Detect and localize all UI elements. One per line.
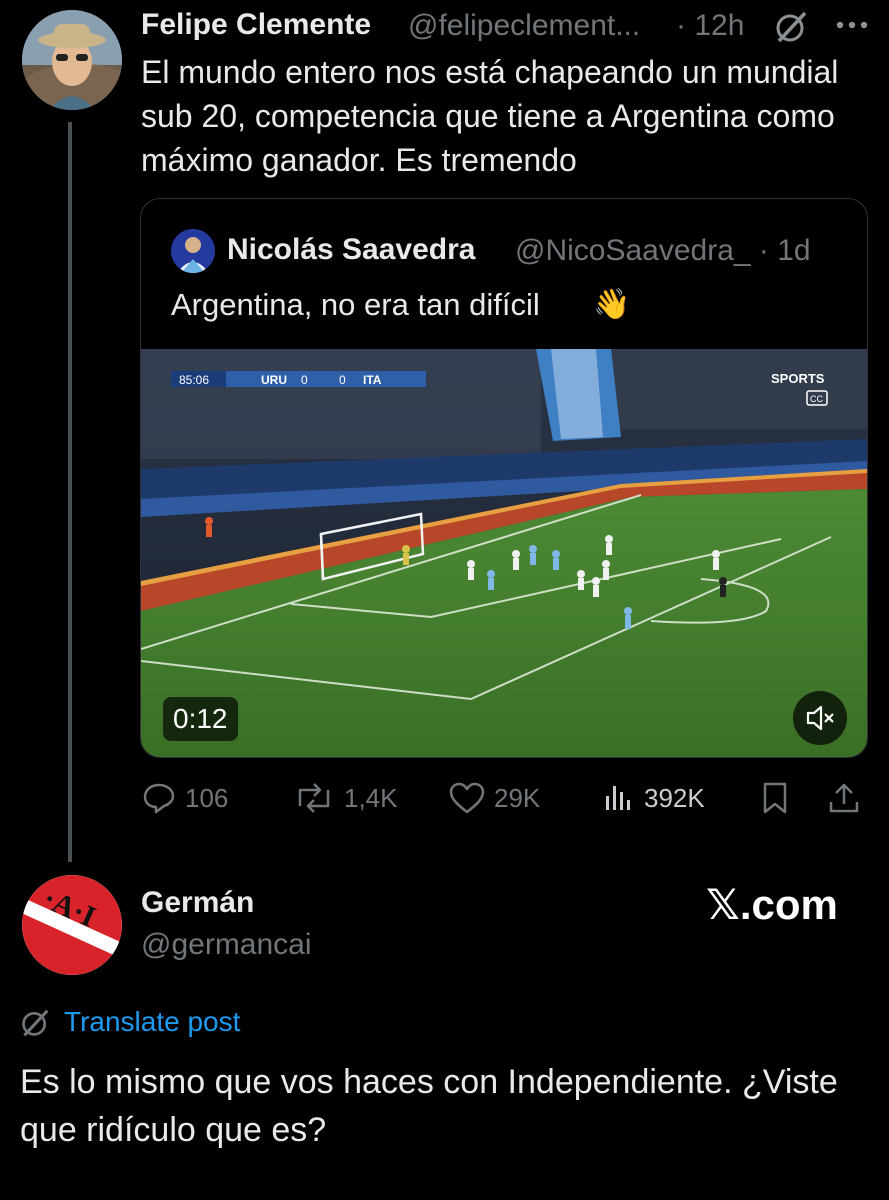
- repost-button[interactable]: 1,4K: [292, 776, 398, 820]
- video-duration: 0:12: [163, 697, 238, 741]
- mute-button[interactable]: [793, 691, 847, 745]
- views-button[interactable]: 392K: [602, 776, 705, 820]
- speaker-muted-icon: [806, 705, 834, 731]
- reply-button[interactable]: 106: [141, 776, 228, 820]
- translate-post-link[interactable]: Translate post: [64, 1006, 240, 1038]
- like-count: 29K: [494, 782, 541, 813]
- bookmark-icon: [763, 782, 787, 814]
- grok-translate-icon: [20, 1008, 50, 1038]
- scoreboard-score-away: 0: [339, 373, 346, 387]
- quoted-post-text: Argentina, no era tan difícil: [171, 287, 540, 322]
- reply-author-name[interactable]: Germán: [141, 886, 254, 920]
- avatar-german[interactable]: ·A·I: [22, 875, 122, 975]
- post-time[interactable]: · 12h: [676, 9, 744, 43]
- scoreboard-score-home: 0: [301, 373, 308, 387]
- author-handle[interactable]: @felipeclement...: [408, 9, 640, 43]
- video-player[interactable]: 85:06 URU 0 0 ITA SPORTS CC 0:12: [141, 349, 867, 757]
- reply-text: Es lo mismo que vos haces con Independie…: [20, 1063, 838, 1149]
- bookmark-button[interactable]: [758, 776, 800, 820]
- share-button[interactable]: [826, 776, 870, 820]
- avatar-photo: [22, 10, 122, 110]
- quoted-post-card[interactable]: Nicolás Saavedra @NicoSaavedra_ · 1d Arg…: [140, 198, 868, 758]
- waving-hand-emoji: 👋: [593, 288, 631, 321]
- author-name[interactable]: Felipe Clemente: [141, 8, 371, 42]
- repost-count: 1,4K: [344, 782, 398, 813]
- grok-icon[interactable]: [774, 10, 808, 44]
- quoted-avatar[interactable]: [171, 229, 215, 273]
- avatar-felipe[interactable]: [22, 10, 122, 110]
- quoted-author-handle[interactable]: @NicoSaavedra_ · 1d: [515, 234, 811, 268]
- reply-icon: [143, 783, 175, 814]
- scoreboard-time: 85:06: [179, 373, 209, 387]
- independiente-crest-avatar: ·A·I: [22, 875, 122, 975]
- quoted-author-name[interactable]: Nicolás Saavedra: [227, 233, 475, 267]
- scoreboard-team-home: URU: [261, 373, 287, 387]
- video-frame: 85:06 URU 0 0 ITA SPORTS CC: [141, 349, 867, 757]
- heart-icon: [449, 782, 485, 814]
- thread-line: [68, 122, 72, 862]
- scoreboard-team-away: ITA: [363, 373, 382, 387]
- share-icon: [829, 783, 859, 813]
- views-chart-icon: [606, 786, 630, 810]
- reply-author-handle[interactable]: @germancai: [141, 928, 312, 962]
- views-count: 392K: [644, 782, 705, 813]
- broadcaster-logo: SPORTS: [771, 371, 825, 386]
- repost-icon: [298, 783, 330, 813]
- more-options-icon[interactable]: [832, 8, 872, 42]
- reply-count: 106: [185, 782, 229, 813]
- cc-label: CC: [810, 394, 823, 404]
- post-text: El mundo entero nos está chapeando un mu…: [141, 54, 839, 178]
- like-button[interactable]: 29K: [448, 776, 540, 820]
- x-com-badge: 𝕏.com: [706, 881, 838, 928]
